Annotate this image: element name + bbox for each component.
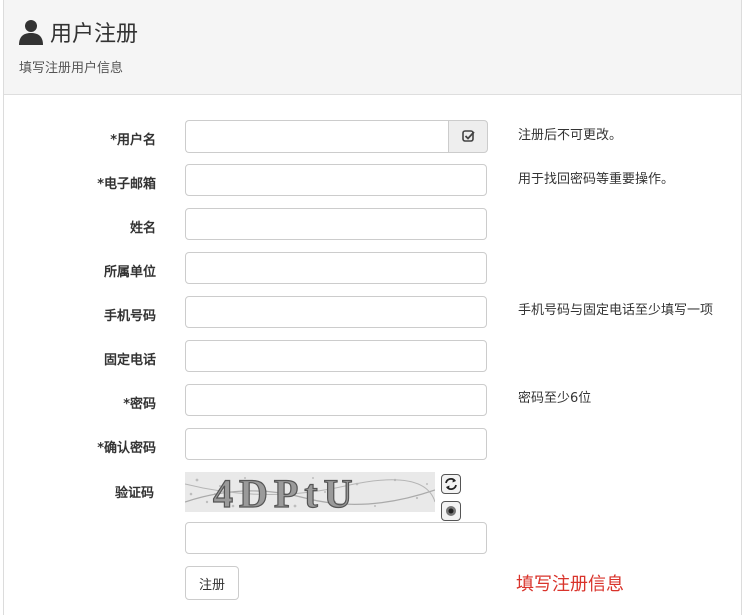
captcha-text: 4DPtU	[213, 472, 359, 512]
page-subtitle: 填写注册用户信息	[19, 61, 124, 76]
captcha-image: 4DPtU	[185, 472, 435, 512]
email-label: *电子邮箱	[97, 177, 156, 192]
refresh-captcha-button[interactable]	[441, 474, 461, 494]
password-label: *密码	[123, 397, 156, 412]
status-message: 填写注册信息	[516, 574, 624, 595]
organization-label: 所属单位	[103, 265, 156, 280]
email-hint: 用于找回密码等重要操作。	[518, 172, 675, 187]
username-input[interactable]	[185, 120, 448, 153]
confirm-password-input[interactable]	[185, 428, 487, 460]
registration-panel: 用户注册 填写注册用户信息 *用户名 注册后不可更改。 *电子邮箱 用于找回密码…	[3, 0, 742, 615]
check-square-icon	[461, 130, 475, 142]
name-input[interactable]	[185, 208, 487, 240]
name-label: 姓名	[129, 221, 156, 236]
landline-input[interactable]	[185, 340, 487, 372]
password-hint: 密码至少6位	[518, 391, 592, 406]
panel-header: 用户注册 填写注册用户信息	[4, 0, 741, 95]
title-row: 用户注册	[19, 16, 138, 48]
email-input[interactable]	[185, 164, 487, 196]
audio-captcha-button[interactable]	[441, 501, 461, 521]
mobile-input[interactable]	[185, 296, 487, 328]
password-input[interactable]	[185, 384, 487, 416]
username-input-group	[185, 120, 488, 153]
organization-input[interactable]	[185, 252, 487, 284]
check-availability-button[interactable]	[448, 120, 488, 153]
page-title: 用户注册	[50, 22, 139, 47]
user-icon	[19, 19, 43, 45]
mobile-label: 手机号码	[103, 309, 156, 324]
captcha-input[interactable]	[185, 522, 487, 554]
mobile-hint: 手机号码与固定电话至少填写一项	[518, 303, 714, 318]
audio-icon	[446, 506, 456, 516]
username-label: *用户名	[110, 133, 156, 148]
refresh-icon	[445, 478, 457, 490]
register-button[interactable]: 注册	[185, 566, 239, 600]
username-hint: 注册后不可更改。	[518, 128, 623, 143]
confirm-password-label: *确认密码	[97, 441, 156, 456]
captcha-label: 验证码	[114, 486, 154, 501]
landline-label: 固定电话	[103, 353, 156, 368]
